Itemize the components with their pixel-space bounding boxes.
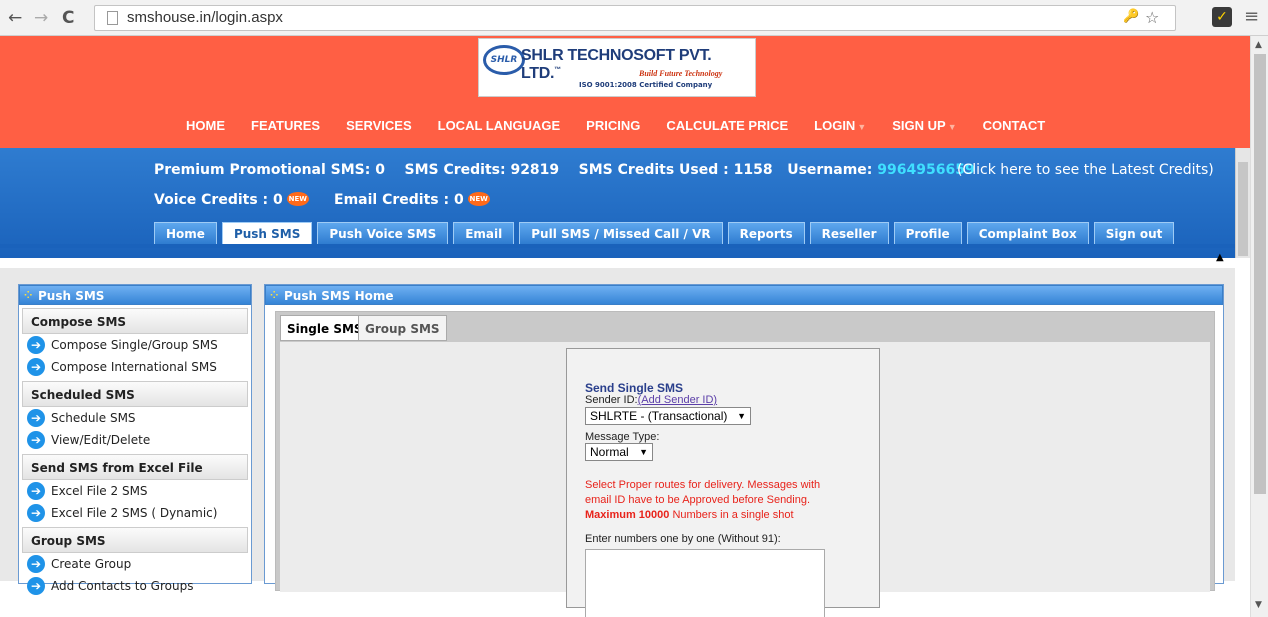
tab-underline	[0, 244, 1235, 248]
page-icon	[107, 11, 118, 25]
route-note-line2: email ID have to be Approved before Send…	[585, 494, 811, 506]
menu-compose-single-group[interactable]: ➔ Compose Single/Group SMS	[19, 334, 251, 356]
scroll-up-icon[interactable]: ▲	[1216, 252, 1224, 263]
sms-tabs-container: Single SMS Group SMS Send Single SMS Sen…	[275, 311, 1215, 617]
nav-pricing[interactable]: PRICING	[586, 118, 640, 138]
single-sms-body: Send Single SMS Sender ID:(Add Sender ID…	[280, 342, 1210, 617]
sender-id-label: Sender ID:(Add Sender ID)	[585, 394, 718, 406]
scrollbar-thumb[interactable]	[1254, 54, 1266, 494]
arrow-right-icon: ➔	[27, 431, 45, 449]
message-type-select[interactable]: Normal ▼	[585, 443, 653, 461]
menu-schedule-sms[interactable]: ➔ Schedule SMS	[19, 407, 251, 429]
scroll-down-icon[interactable]: ▼	[1255, 600, 1262, 610]
url-text: smshouse.in/login.aspx	[127, 9, 283, 26]
form-heading: Send Single SMS	[585, 381, 684, 395]
dots-icon: ⁘	[270, 290, 279, 301]
nav-calculate-price[interactable]: CALCULATE PRICE	[666, 118, 788, 138]
nav-local-language[interactable]: LOCAL LANGUAGE	[438, 118, 561, 138]
extension-icon[interactable]: ✓	[1212, 7, 1232, 27]
latest-credits-link[interactable]: (Click here to see the Latest Credits)	[957, 162, 1214, 178]
browser-toolbar: ← → C smshouse.in/login.aspx 🔑 ☆ ✓ ≡	[0, 0, 1268, 36]
nav-sign-up[interactable]: SIGN UP ▼	[892, 118, 956, 138]
send-single-sms-form: Send Single SMS Sender ID:(Add Sender ID…	[566, 348, 880, 617]
arrow-right-icon: ➔	[27, 577, 45, 595]
tab-email[interactable]: Email	[453, 222, 515, 244]
chevron-down-icon: ▼	[639, 447, 648, 457]
dots-icon: ⁘	[24, 290, 33, 301]
menu-excel-file-sms-dynamic[interactable]: ➔ Excel File 2 SMS ( Dynamic)	[19, 502, 251, 524]
inner-scrollbar-thumb[interactable]	[1238, 162, 1248, 256]
tab-profile[interactable]: Profile	[893, 222, 962, 244]
menu-excel-file-sms[interactable]: ➔ Excel File 2 SMS	[19, 480, 251, 502]
tab-complaint-box[interactable]: Complaint Box	[966, 222, 1089, 244]
nav-services[interactable]: SERVICES	[346, 118, 412, 138]
sender-id-select[interactable]: SHLRTE - (Transactional) ▼	[585, 407, 751, 425]
nav-home[interactable]: HOME	[186, 118, 225, 138]
content-area: ⁘ Push SMS Compose SMS ➔ Compose Single/Gr…	[0, 268, 1235, 617]
nav-contact[interactable]: CONTACT	[983, 118, 1046, 138]
back-icon[interactable]: ←	[8, 8, 22, 28]
tab-sign-out[interactable]: Sign out	[1093, 222, 1175, 244]
menu-add-contacts[interactable]: ➔ Add Contacts to Groups	[19, 575, 251, 597]
arrow-right-icon: ➔	[27, 358, 45, 376]
page-viewport: SHLR SHLR TECHNOSOFT PVT. LTD.™ Build Fu…	[0, 36, 1268, 617]
email-credits: Email Credits : 0 NEW	[334, 192, 490, 208]
tab-home[interactable]: Home	[154, 222, 217, 244]
logo-iso: ISO 9001:2008 Certified Company	[579, 81, 713, 89]
tab-single-sms[interactable]: Single SMS	[280, 315, 370, 341]
menu-compose-international[interactable]: ➔ Compose International SMS	[19, 356, 251, 378]
arrow-right-icon: ➔	[27, 504, 45, 522]
account-tabs: Home Push SMS Push Voice SMS Email Pull …	[154, 222, 1179, 244]
voice-credits: Voice Credits : 0 NEW	[154, 192, 309, 208]
main-nav: HOME FEATURES SERVICES LOCAL LANGUAGE PR…	[186, 118, 1071, 138]
panel-title: ⁘ Push SMS Home	[265, 285, 1223, 305]
inner-scrollbar[interactable]	[1235, 148, 1250, 258]
tab-push-voice-sms[interactable]: Push Voice SMS	[317, 222, 449, 244]
page-scrollbar[interactable]: ▲ ▼	[1250, 36, 1268, 617]
section-scheduled-sms: Scheduled SMS	[22, 381, 248, 407]
chevron-down-icon: ▼	[737, 411, 746, 421]
tab-pull-sms[interactable]: Pull SMS / Missed Call / VR	[519, 222, 723, 244]
max-numbers-note: Maximum 10000 Numbers in a single shot	[585, 509, 794, 521]
star-icon[interactable]: ☆	[1145, 8, 1159, 27]
forward-icon[interactable]: →	[34, 8, 48, 28]
arrow-right-icon: ➔	[27, 482, 45, 500]
chevron-down-icon: ▼	[857, 122, 867, 132]
section-compose-sms: Compose SMS	[22, 308, 248, 334]
logo-emblem: SHLR	[483, 45, 525, 75]
credits-line: Premium Promotional SMS: 0 SMS Credits: …	[154, 162, 975, 178]
nav-login[interactable]: LOGIN ▼	[814, 118, 866, 138]
menu-icon[interactable]: ≡	[1244, 6, 1259, 27]
key-icon[interactable]: 🔑	[1123, 9, 1139, 24]
chevron-down-icon: ▼	[947, 122, 957, 132]
tab-reseller[interactable]: Reseller	[809, 222, 889, 244]
tab-push-sms[interactable]: Push SMS	[221, 222, 313, 244]
new-badge: NEW	[467, 192, 490, 206]
tab-reports[interactable]: Reports	[727, 222, 805, 244]
logo[interactable]: SHLR SHLR TECHNOSOFT PVT. LTD.™ Build Fu…	[478, 38, 756, 97]
tab-group-sms[interactable]: Group SMS	[358, 315, 447, 341]
numbers-textarea[interactable]	[585, 549, 825, 617]
new-badge: NEW	[286, 192, 309, 206]
arrow-right-icon: ➔	[27, 336, 45, 354]
add-sender-id-link[interactable]: (Add Sender ID)	[638, 394, 717, 406]
arrow-right-icon: ➔	[27, 555, 45, 573]
menu-create-group[interactable]: ➔ Create Group	[19, 553, 251, 575]
scroll-up-icon[interactable]: ▲	[1255, 40, 1262, 50]
section-excel-sms: Send SMS from Excel File	[22, 454, 248, 480]
site-header: SHLR SHLR TECHNOSOFT PVT. LTD.™ Build Fu…	[0, 36, 1250, 148]
message-type-label: Message Type:	[585, 431, 660, 443]
address-bar[interactable]: smshouse.in/login.aspx 🔑 ☆	[94, 5, 1176, 31]
arrow-right-icon: ➔	[27, 409, 45, 427]
nav-features[interactable]: FEATURES	[251, 118, 320, 138]
push-sms-menu-panel: ⁘ Push SMS Compose SMS ➔ Compose Single/Gr…	[18, 284, 252, 595]
section-group-sms: Group SMS	[22, 527, 248, 553]
route-note-line1: Select Proper routes for delivery. Messa…	[585, 479, 821, 491]
logo-tagline: Build Future Technology	[639, 69, 723, 78]
menu-view-edit-delete[interactable]: ➔ View/Edit/Delete	[19, 429, 251, 451]
numbers-label: Enter numbers one by one (Without 91):	[585, 533, 781, 545]
push-sms-home-panel: ⁘ Push SMS Home Single SMS Group SMS Send…	[264, 284, 1224, 617]
panel-title: ⁘ Push SMS	[19, 285, 251, 305]
reload-icon[interactable]: C	[62, 8, 74, 28]
